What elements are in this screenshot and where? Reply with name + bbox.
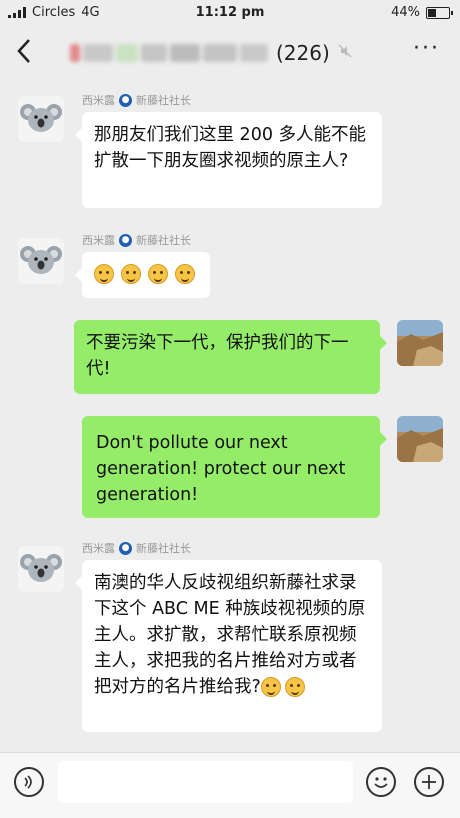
blurred-group-name (70, 44, 268, 62)
plus-button[interactable] (414, 767, 444, 797)
battery-percent: 44% (391, 5, 420, 20)
landscape-photo-icon (397, 416, 443, 462)
sender-name: 西米露 (82, 94, 115, 107)
emoji-row (94, 264, 199, 284)
mute-icon (338, 44, 352, 62)
battery-icon (426, 6, 453, 19)
sender-title: 新藤社社长 (136, 542, 191, 555)
sender-line: 西米露 ● 新藤社社长 (82, 540, 191, 556)
emoji-face-icon (260, 677, 281, 697)
sender-line: 西米露 ● 新藤社社长 (82, 232, 191, 248)
back-button[interactable] (16, 38, 32, 69)
incoming-emoji-message[interactable] (75, 252, 210, 298)
sender-name: 西米露 (82, 542, 115, 555)
koala-icon (18, 96, 64, 142)
koala-icon (18, 546, 64, 592)
verified-badge-icon: ● (119, 93, 132, 107)
voice-button[interactable] (14, 767, 44, 797)
outgoing-message[interactable]: 不要污染下一代，保护我们的下一代! (74, 320, 387, 394)
koala-avatar[interactable] (18, 546, 64, 592)
member-count: (226) (276, 41, 330, 65)
sender-line: 西米露 ● 新藤社社长 (82, 92, 191, 108)
outgoing-message[interactable]: Don't pollute our next generation! prote… (82, 416, 387, 518)
more-button[interactable]: ··· (413, 36, 440, 61)
status-bar: Circles 4G 11:12 pm 44% (0, 0, 460, 26)
koala-icon (18, 238, 64, 284)
koala-avatar[interactable] (18, 238, 64, 284)
chat-title[interactable]: (226) (70, 41, 352, 65)
koala-avatar[interactable] (18, 96, 64, 142)
status-right: 44% (391, 5, 453, 20)
sender-name: 西米露 (82, 234, 115, 247)
plus-icon (422, 775, 436, 789)
message-input[interactable] (58, 761, 353, 803)
incoming-message[interactable]: 那朋友们我们这里 200 多人能不能扩散一下朋友圈求视频的原主人? (75, 112, 382, 208)
input-bar (0, 752, 460, 818)
verified-badge-icon: ● (119, 233, 132, 247)
emoji-face-icon (94, 264, 114, 284)
emoji-button[interactable] (366, 767, 396, 797)
user-photo-avatar[interactable] (397, 416, 443, 462)
user-photo-avatar[interactable] (397, 320, 443, 366)
landscape-photo-icon (397, 320, 443, 366)
battery-fill (428, 8, 436, 17)
verified-badge-icon: ● (119, 541, 132, 555)
emoji-face-icon (121, 264, 141, 284)
emoji-face-icon (148, 264, 168, 284)
emoji-icon (374, 777, 388, 788)
message-text: 南澳的华人反歧视组织新藤社求录下这个 ABC ME 种族歧视视频的原主人。求扩散… (94, 573, 366, 697)
voice-icon (24, 775, 32, 789)
sender-title: 新藤社社长 (136, 234, 191, 247)
chevron-left-icon (17, 39, 30, 63)
sender-title: 新藤社社长 (136, 94, 191, 107)
emoji-face-icon (175, 264, 195, 284)
incoming-message[interactable]: 南澳的华人反歧视组织新藤社求录下这个 ABC ME 种族歧视视频的原主人。求扩散… (75, 560, 382, 732)
emoji-face-icon (284, 677, 305, 697)
chat-header: (226) ··· (0, 26, 460, 80)
